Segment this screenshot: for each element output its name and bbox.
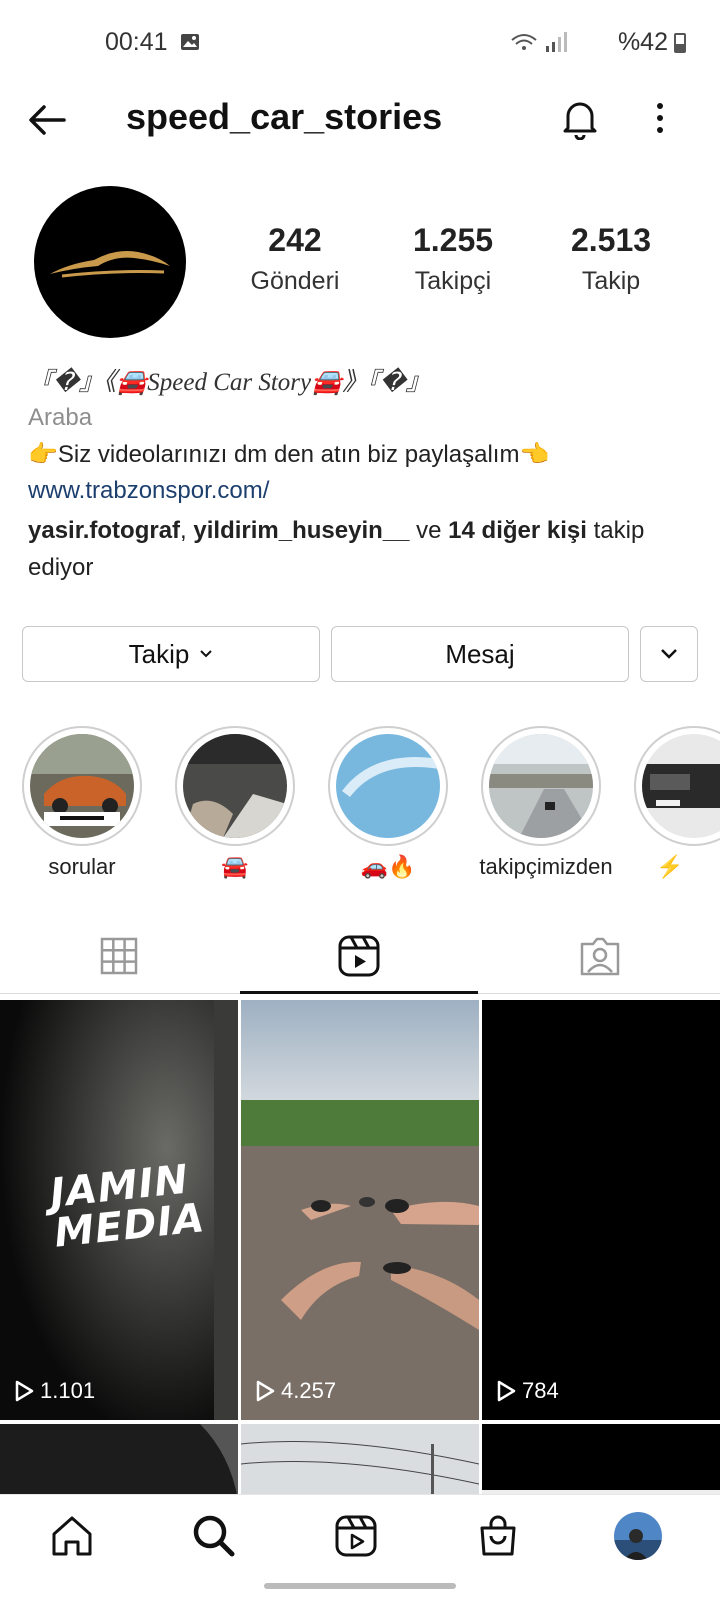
reel-tile[interactable] — [0, 1424, 238, 1500]
play-icon — [497, 1380, 516, 1402]
profile-nav-avatar[interactable] — [614, 1512, 662, 1560]
highlight-cover — [183, 734, 287, 838]
highlight-label: takipçimizden — [479, 854, 613, 879]
bio-text: 👉Siz videolarınızı dm den atın biz payla… — [28, 441, 550, 468]
followed-by-user1[interactable]: yasir.fotograf — [28, 517, 180, 544]
grid-tab-icon[interactable] — [95, 932, 143, 980]
highlight-cover — [336, 734, 440, 838]
active-tab-indicator — [240, 991, 478, 994]
followed-by-and: ve — [409, 517, 449, 544]
image-notification-icon — [180, 33, 200, 51]
back-arrow-icon[interactable] — [24, 96, 72, 144]
highlight-cover — [642, 734, 720, 838]
play-icon — [256, 1380, 275, 1402]
bio-display-name: 『�』《🚘Speed Car Story🚘》『�』 — [28, 369, 431, 396]
posts-label: Gönderi — [250, 267, 340, 295]
follow-button-label: Takip — [128, 638, 190, 669]
view-count-value: 1.101 — [40, 1378, 96, 1403]
posts-stat[interactable]: 242 Gönderi — [230, 222, 360, 296]
following-label: Takip — [581, 267, 641, 295]
reel-tile[interactable]: 4.257 — [241, 1000, 479, 1420]
view-count: 1.101 — [14, 1378, 95, 1404]
highlight-cover — [489, 734, 593, 838]
bio-category: Araba — [28, 404, 93, 431]
highlight-lightning[interactable] — [634, 726, 720, 846]
follow-button[interactable]: Takip — [22, 626, 320, 682]
highlight-label: 🚗🔥 — [360, 854, 416, 879]
highlight-car-fire[interactable] — [328, 726, 448, 846]
home-indicator[interactable] — [264, 1583, 456, 1589]
posts-count: 242 — [268, 222, 322, 258]
chevron-down-icon — [661, 649, 677, 659]
reel-thumbnail — [241, 1000, 479, 1420]
search-icon[interactable] — [190, 1512, 238, 1560]
followed-by-others[interactable]: 14 diğer kişi — [448, 517, 587, 544]
highlight-label: ⚡ — [656, 854, 684, 879]
profile-avatar[interactable] — [34, 186, 186, 338]
following-stat[interactable]: 2.513 Takip — [546, 222, 676, 296]
view-count: 784 — [496, 1378, 559, 1404]
suggested-accounts-button[interactable] — [640, 626, 698, 682]
bio-link[interactable]: www.trabzonspor.com/ — [28, 477, 269, 505]
view-count-value: 784 — [522, 1378, 559, 1403]
followers-label: Takipçi — [414, 267, 492, 295]
reel-tile[interactable]: JAMIN MEDIA 1.101 — [0, 1000, 238, 1420]
followers-stat[interactable]: 1.255 Takipçi — [388, 222, 518, 296]
highlight-cover — [30, 734, 134, 838]
highlight-takipcimizden[interactable] — [481, 726, 601, 846]
play-icon — [15, 1380, 34, 1402]
more-options-icon[interactable] — [648, 96, 672, 140]
reels-tab-icon[interactable] — [335, 932, 383, 980]
highlight-label: 🚘 — [221, 854, 249, 879]
home-icon[interactable] — [48, 1512, 96, 1560]
following-count: 2.513 — [570, 222, 652, 258]
reels-icon[interactable] — [332, 1512, 380, 1560]
jamin-media-logo: JAMIN MEDIA — [48, 1157, 207, 1257]
profile-username: speed_car_stories — [126, 96, 443, 137]
chevron-down-icon — [200, 650, 213, 658]
status-time: 00:41 — [105, 28, 168, 56]
reel-tile[interactable]: 784 — [482, 1000, 720, 1420]
reel-tile[interactable] — [482, 1424, 720, 1500]
reel-thumbnail — [241, 1441, 479, 1500]
shop-icon[interactable] — [474, 1512, 522, 1560]
reel-tile[interactable] — [241, 1424, 479, 1500]
followers-count: 1.255 — [412, 222, 494, 258]
battery-icon — [674, 33, 686, 53]
signal-icon — [510, 30, 570, 54]
bell-icon[interactable] — [558, 96, 602, 141]
battery-percent: %42 — [617, 28, 668, 56]
reel-thumbnail — [482, 1490, 720, 1500]
followed-by-separator: , — [180, 517, 194, 544]
highlight-label: sorular — [48, 854, 116, 879]
message-button[interactable]: Mesaj — [331, 626, 629, 682]
reel-thumbnail — [200, 1424, 238, 1500]
view-count: 4.257 — [255, 1378, 336, 1404]
message-button-label: Mesaj — [445, 638, 515, 669]
tagged-tab-icon[interactable] — [576, 932, 624, 980]
highlight-car[interactable] — [175, 726, 295, 846]
followed-by[interactable]: yasir.fotograf, yildirim_huseyin__ ve 14… — [28, 512, 688, 586]
followed-by-user2[interactable]: yildirim_huseyin__ — [193, 517, 409, 544]
highlight-sorular[interactable] — [22, 726, 142, 846]
view-count-value: 4.257 — [281, 1378, 337, 1403]
